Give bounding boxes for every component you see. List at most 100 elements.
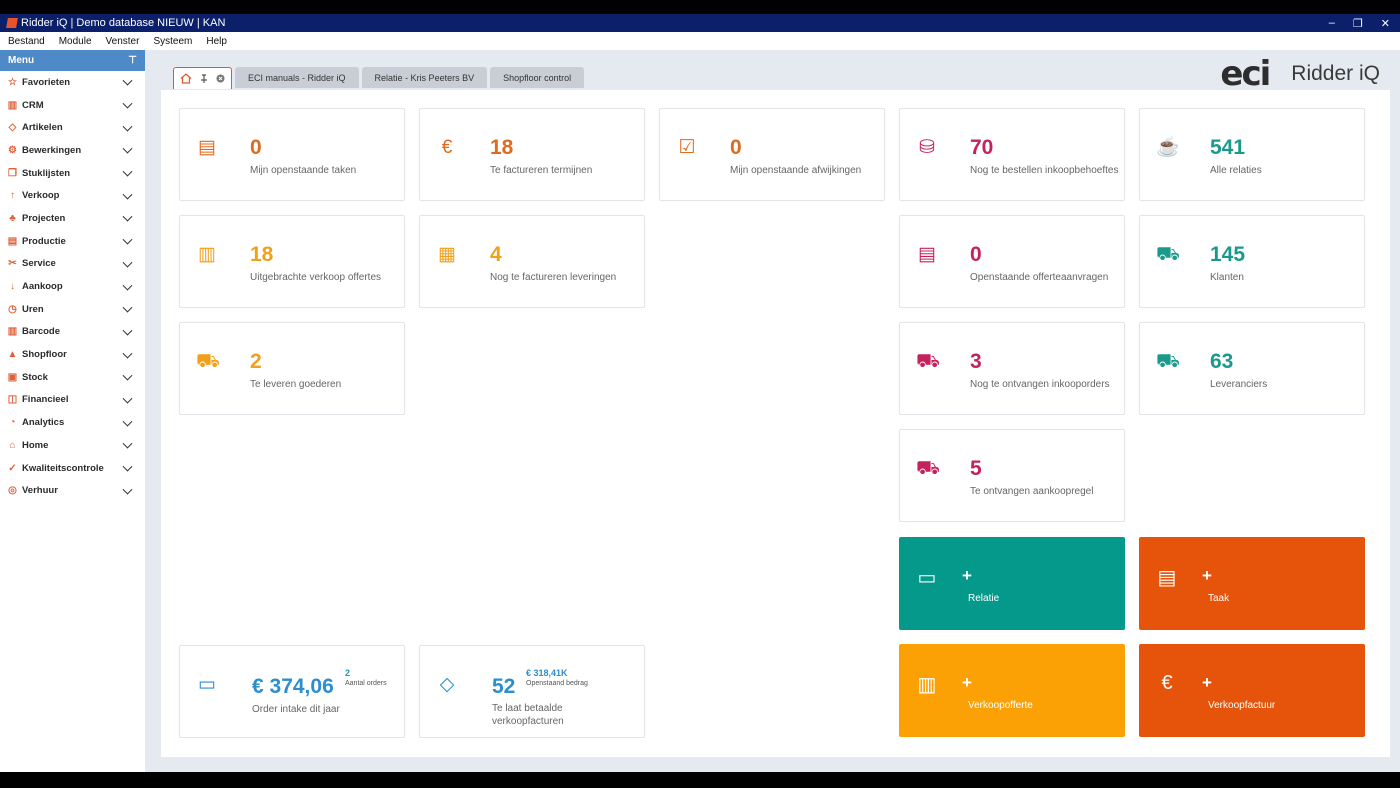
kpi-order-intake[interactable]: ▭ € 374,06 2 Aantal orders Order intake … bbox=[179, 645, 405, 738]
productie-icon: ▤ bbox=[7, 235, 18, 247]
sidebar-item-kwaliteitscontrole[interactable]: ✓ Kwaliteitscontrole bbox=[0, 457, 145, 480]
sidebar-item-analytics[interactable]: ◔ Analytics bbox=[0, 411, 145, 434]
chevron-down-icon[interactable] bbox=[122, 370, 133, 381]
sidebar-item-service[interactable]: ✂ Service bbox=[0, 253, 145, 276]
uren-icon: ◷ bbox=[8, 303, 17, 315]
sidebar-item-aankoop[interactable]: ↓ Aankoop bbox=[0, 275, 145, 298]
chevron-down-icon[interactable] bbox=[122, 348, 133, 359]
sidebar-item-verkoop[interactable]: ↑ Verkoop bbox=[0, 184, 145, 207]
tile-count: 63 bbox=[1210, 350, 1234, 373]
chevron-down-icon[interactable] bbox=[122, 121, 133, 132]
chevron-down-icon[interactable] bbox=[122, 75, 133, 86]
tile-count: 0 bbox=[970, 243, 982, 266]
sidebar-item-barcode[interactable]: ▥ Barcode bbox=[0, 321, 145, 344]
chevron-down-icon[interactable] bbox=[122, 438, 133, 449]
sidebar-item-productie[interactable]: ▤ Productie bbox=[0, 230, 145, 253]
new-taak-button[interactable]: ▤ + Taak bbox=[1139, 537, 1365, 630]
close-button[interactable]: ✕ bbox=[1381, 17, 1390, 30]
chevron-down-icon[interactable] bbox=[122, 212, 133, 223]
tile-klanten[interactable]: ⛟ 145 Klanten bbox=[1139, 215, 1365, 308]
tile-icon: ⛟ bbox=[1156, 351, 1180, 372]
close-tab-icon[interactable] bbox=[216, 74, 225, 83]
aankoop-icon: ↓ bbox=[10, 281, 15, 293]
tile-nog-te-bestellen-inkoopbehoeftes[interactable]: ⛁ 70 Nog te bestellen inkoopbehoeftes bbox=[899, 108, 1125, 201]
tile-mijn-openstaande-taken[interactable]: ▤ 0 Mijn openstaande taken bbox=[179, 108, 405, 201]
tile-label: Nog te ontvangen inkooporders bbox=[970, 379, 1110, 390]
app-logo-icon bbox=[6, 18, 18, 28]
menu-help[interactable]: Help bbox=[206, 36, 227, 47]
menu-module[interactable]: Module bbox=[59, 36, 92, 47]
chevron-down-icon[interactable] bbox=[122, 461, 133, 472]
chevron-down-icon[interactable] bbox=[122, 234, 133, 245]
pin-icon[interactable]: ⊤ bbox=[128, 55, 137, 66]
plus-icon: + bbox=[962, 673, 972, 692]
sidebar-item-home[interactable]: ⌂ Home bbox=[0, 434, 145, 457]
brand-logo: eci Ridder iQ bbox=[1220, 54, 1380, 94]
new-relatie-button[interactable]: ▭ + Relatie bbox=[899, 537, 1125, 630]
kpi-value: 52 bbox=[492, 675, 516, 698]
tab-eci-manuals[interactable]: ECI manuals - Ridder iQ bbox=[235, 67, 359, 88]
tile-alle-relaties[interactable]: ☕ 541 Alle relaties bbox=[1139, 108, 1365, 201]
tab-relatie[interactable]: Relatie - Kris Peeters BV bbox=[361, 67, 488, 88]
warning-icon: ◇ bbox=[439, 674, 455, 695]
tile-nog-te-factureren-leveringen[interactable]: ▦ 4 Nog te factureren leveringen bbox=[419, 215, 645, 308]
tab-home[interactable] bbox=[173, 67, 232, 89]
chevron-down-icon[interactable] bbox=[122, 189, 133, 200]
menu-venster[interactable]: Venster bbox=[106, 36, 140, 47]
tile-te-leveren-goederen[interactable]: ⛟ 2 Te leveren goederen bbox=[179, 322, 405, 415]
menu-bestand[interactable]: Bestand bbox=[8, 36, 45, 47]
tile-icon: ⛟ bbox=[916, 458, 940, 479]
sidebar-item-financieel[interactable]: ◫ Financieel bbox=[0, 389, 145, 412]
sidebar-item-artikelen[interactable]: ◇ Artikelen bbox=[0, 116, 145, 139]
chevron-down-icon[interactable] bbox=[122, 144, 133, 154]
tile-leveranciers[interactable]: ⛟ 63 Leveranciers bbox=[1139, 322, 1365, 415]
tile-label: Te factureren termijnen bbox=[490, 165, 593, 176]
stock-icon: ▣ bbox=[7, 371, 18, 383]
minimize-button[interactable]: – bbox=[1329, 17, 1335, 29]
chevron-down-icon[interactable] bbox=[122, 302, 133, 313]
chevron-down-icon[interactable] bbox=[122, 280, 133, 291]
restore-button[interactable]: ❐ bbox=[1353, 17, 1363, 30]
sidebar-item-label: Aankoop bbox=[22, 281, 63, 293]
sidebar-item-shopfloor[interactable]: ▲ Shopfloor bbox=[0, 343, 145, 366]
action-label: Verkoopfactuur bbox=[1208, 700, 1276, 711]
tile-nog-te-ontvangen-inkooporders[interactable]: ⛟ 3 Nog te ontvangen inkooporders bbox=[899, 322, 1125, 415]
chevron-down-icon[interactable] bbox=[122, 393, 133, 404]
tile-te-factureren-termijnen[interactable]: € 18 Te factureren termijnen bbox=[419, 108, 645, 201]
tile-uitgebrachte-verkoop-offertes[interactable]: ▥ 18 Uitgebrachte verkoop offertes bbox=[179, 215, 405, 308]
tile-te-ontvangen-aankoopregel[interactable]: ⛟ 5 Te ontvangen aankoopregel bbox=[899, 429, 1125, 522]
pin-tab-icon[interactable] bbox=[200, 73, 208, 84]
tile-icon: ☕ bbox=[1156, 137, 1180, 158]
tile-count: 541 bbox=[1210, 136, 1246, 159]
new-verkoopfactuur-button[interactable]: € + Verkoopfactuur bbox=[1139, 644, 1365, 737]
menu-systeem[interactable]: Systeem bbox=[153, 36, 192, 47]
tab-shopfloor-control[interactable]: Shopfloor control bbox=[490, 67, 585, 88]
sidebar-item-stuklijsten[interactable]: ❐ Stuklijsten bbox=[0, 162, 145, 185]
tile-icon: ▤ bbox=[918, 244, 936, 265]
chevron-down-icon[interactable] bbox=[122, 484, 133, 495]
action-label: Verkoopofferte bbox=[968, 700, 1033, 711]
action-icon: ▭ bbox=[917, 567, 937, 589]
sidebar-item-crm[interactable]: ▥ CRM bbox=[0, 94, 145, 117]
chevron-down-icon[interactable] bbox=[122, 325, 133, 336]
tile-openstaande-offerteaanvragen[interactable]: ▤ 0 Openstaande offerteaanvragen bbox=[899, 215, 1125, 308]
sidebar-item-label: Stuklijsten bbox=[22, 167, 71, 179]
chevron-down-icon[interactable] bbox=[122, 257, 133, 268]
kpi-late-invoices[interactable]: ◇ 52 € 318,41K Openstaand bedrag Te laat… bbox=[419, 645, 645, 738]
tile-mijn-openstaande-afwijkingen[interactable]: ☑ 0 Mijn openstaande afwijkingen bbox=[659, 108, 885, 201]
analytics-icon: ◔ bbox=[9, 417, 16, 429]
tile-count: 145 bbox=[1210, 243, 1246, 266]
sidebar-item-label: Verkoop bbox=[22, 190, 60, 202]
tile-label: Alle relaties bbox=[1210, 165, 1262, 176]
chevron-down-icon[interactable] bbox=[122, 166, 133, 177]
sidebar-item-favorieten[interactable]: ☆ Favorieten bbox=[0, 71, 145, 94]
chevron-down-icon[interactable] bbox=[122, 416, 133, 427]
chevron-down-icon[interactable] bbox=[122, 98, 133, 109]
sidebar-item-label: Uren bbox=[22, 303, 44, 315]
new-verkoopofferte-button[interactable]: ▥ + Verkoopofferte bbox=[899, 644, 1125, 737]
sidebar-item-verhuur[interactable]: ◎ Verhuur bbox=[0, 479, 145, 502]
sidebar-item-bewerkingen[interactable]: ⚙ Bewerkingen bbox=[0, 139, 145, 162]
sidebar-item-stock[interactable]: ▣ Stock bbox=[0, 366, 145, 389]
sidebar-item-uren[interactable]: ◷ Uren bbox=[0, 298, 145, 321]
sidebar-item-projecten[interactable]: ♣ Projecten bbox=[0, 207, 145, 230]
